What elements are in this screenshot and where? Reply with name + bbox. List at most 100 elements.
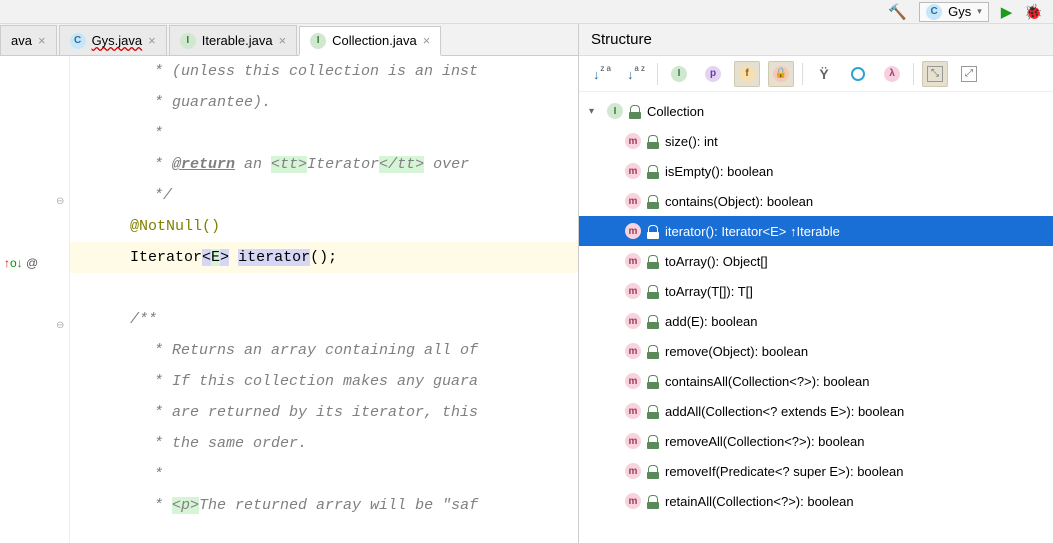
show-anonymous-button[interactable] xyxy=(845,61,871,87)
interface-icon: I xyxy=(180,33,196,49)
code-line[interactable] xyxy=(70,273,578,304)
code-line[interactable]: * <p>The returned array will be "saf xyxy=(70,490,578,521)
override-marker[interactable]: ↑o↓ @ xyxy=(4,256,38,270)
tree-label: removeIf(Predicate<? super E>): boolean xyxy=(665,464,903,479)
tree-member[interactable]: m isEmpty(): boolean xyxy=(579,156,1053,186)
close-icon[interactable]: × xyxy=(423,33,431,48)
method-icon: m xyxy=(625,403,641,419)
lock-icon xyxy=(647,255,659,267)
tree-label: toArray(): Object[] xyxy=(665,254,768,269)
tree-label: containsAll(Collection<?>): boolean xyxy=(665,374,870,389)
show-interfaces-button[interactable]: I xyxy=(666,61,692,87)
show-nonpublic-button[interactable]: 🔒 xyxy=(768,61,794,87)
lock-icon xyxy=(647,345,659,357)
chevron-down-icon: ▾ xyxy=(977,6,982,17)
tree-label: iterator(): Iterator<E> ↑Iterable xyxy=(665,224,840,239)
tab-label: Gys.java xyxy=(92,33,143,48)
tree-member[interactable]: miterator(): Iterator<E> ↑Iterable xyxy=(579,216,1053,246)
separator xyxy=(913,63,914,85)
lock-icon xyxy=(647,465,659,477)
tab-label: Collection.java xyxy=(332,33,417,48)
method-icon: m xyxy=(625,373,641,389)
method-icon: m xyxy=(625,163,641,179)
lock-icon xyxy=(629,105,641,117)
lock-icon xyxy=(647,135,659,147)
code-line[interactable]: */ xyxy=(70,180,578,211)
code-line[interactable]: * the same order. xyxy=(70,428,578,459)
debug-icon[interactable]: 🐞 xyxy=(1024,3,1043,21)
sort-za-button[interactable]: ↓z a xyxy=(589,61,615,87)
tree-label: contains(Object): boolean xyxy=(665,194,813,209)
autoscroll-to-source-button[interactable]: ⤡ xyxy=(922,61,948,87)
method-icon: m xyxy=(625,193,641,209)
code-line[interactable]: * Returns an array containing all of xyxy=(70,335,578,366)
tree-member[interactable]: m containsAll(Collection<?>): boolean xyxy=(579,366,1053,396)
lock-icon xyxy=(647,285,659,297)
code-line[interactable]: * @return an <tt>Iterator</tt> over xyxy=(70,149,578,180)
method-icon: m xyxy=(625,133,641,149)
tree-label: remove(Object): boolean xyxy=(665,344,808,359)
run-config-select[interactable]: C Gys ▾ xyxy=(919,2,989,22)
editor-tab[interactable]: IIterable.java× xyxy=(169,25,297,55)
autoscroll-from-source-button[interactable]: ⤢ xyxy=(956,61,982,87)
tree-member[interactable]: mremoveAll(Collection<?>): boolean xyxy=(579,426,1053,456)
code-line[interactable]: * xyxy=(70,459,578,490)
editor-tab[interactable]: I Collection.java × xyxy=(299,26,441,56)
editor-tab[interactable]: ava × xyxy=(0,25,57,55)
tree-member[interactable]: maddAll(Collection<? extends E>): boolea… xyxy=(579,396,1053,426)
code-line[interactable]: Iterator<E> iterator(); xyxy=(70,242,578,273)
lock-icon xyxy=(647,195,659,207)
run-icon[interactable]: ▶ xyxy=(1001,3,1013,21)
tree-member[interactable]: mtoArray(T[]): T[] xyxy=(579,276,1053,306)
interface-icon: I xyxy=(310,33,326,49)
code-editor[interactable]: * (unless this collection is an inst * g… xyxy=(70,56,578,543)
method-icon: m xyxy=(625,343,641,359)
show-fields-button[interactable]: f xyxy=(734,61,760,87)
method-icon: m xyxy=(625,493,641,509)
close-icon[interactable]: × xyxy=(148,33,156,48)
chevron-down-icon[interactable]: ▾ xyxy=(589,106,601,117)
tree-member[interactable]: m retainAll(Collection<?>): boolean xyxy=(579,486,1053,516)
code-line[interactable]: * guarantee). xyxy=(70,87,578,118)
tree-label: isEmpty(): boolean xyxy=(665,164,773,179)
tree-label: retainAll(Collection<?>): boolean xyxy=(665,494,854,509)
lock-icon xyxy=(647,165,659,177)
code-line[interactable]: /** xyxy=(70,304,578,335)
sort-az-button[interactable]: ↓a z xyxy=(623,61,649,87)
code-line[interactable]: * (unless this collection is an inst xyxy=(70,56,578,87)
close-icon[interactable]: × xyxy=(279,33,287,48)
fold-handle-icon[interactable]: ⊖ xyxy=(56,320,64,331)
code-line[interactable]: * xyxy=(70,118,578,149)
tree-member[interactable]: m remove(Object): boolean xyxy=(579,336,1053,366)
method-icon: m xyxy=(625,433,641,449)
lock-icon xyxy=(647,225,659,237)
tree-label: size(): int xyxy=(665,134,718,149)
tree-member[interactable]: m removeIf(Predicate<? super E>): boolean xyxy=(579,456,1053,486)
lock-icon xyxy=(647,375,659,387)
class-icon: C xyxy=(70,33,86,49)
structure-title: Structure xyxy=(579,24,1053,56)
build-icon[interactable]: 🔨 xyxy=(888,3,907,21)
tree-root[interactable]: ▾ICollection xyxy=(579,96,1053,126)
editor-gutter: ⊖ ⊖ ↑o↓ @ xyxy=(0,56,70,543)
filter-button[interactable]: Ϋ xyxy=(811,61,837,87)
code-line[interactable]: * are returned by its iterator, this xyxy=(70,397,578,428)
tab-label: ava xyxy=(11,33,32,48)
close-icon[interactable]: × xyxy=(38,33,46,48)
main-toolbar: 🔨 C Gys ▾ ▶ 🐞 xyxy=(0,0,1053,24)
tree-member[interactable]: m contains(Object): boolean xyxy=(579,186,1053,216)
lock-icon xyxy=(647,495,659,507)
method-icon: m xyxy=(625,253,641,269)
show-lambdas-button[interactable]: λ xyxy=(879,61,905,87)
code-line[interactable]: @NotNull() xyxy=(70,211,578,242)
tree-member[interactable]: m toArray(): Object[] xyxy=(579,246,1053,276)
tree-member[interactable]: m size(): int xyxy=(579,126,1053,156)
show-properties-button[interactable]: p xyxy=(700,61,726,87)
method-icon: m xyxy=(625,463,641,479)
structure-tree[interactable]: ▾ICollection m size(): int m isEmpty(): bool… xyxy=(579,92,1053,543)
editor-tab[interactable]: C Gys.java × xyxy=(59,25,167,55)
separator xyxy=(657,63,658,85)
tree-member[interactable]: madd(E): boolean xyxy=(579,306,1053,336)
fold-handle-icon[interactable]: ⊖ xyxy=(56,196,64,207)
code-line[interactable]: * If this collection makes any guara xyxy=(70,366,578,397)
